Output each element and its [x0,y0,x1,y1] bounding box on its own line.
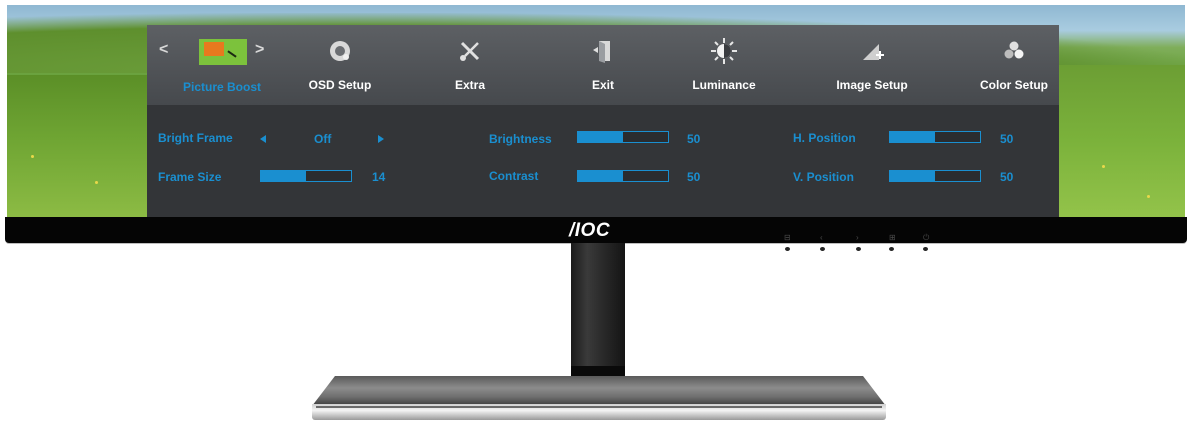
tab-label: Color Setup [980,78,1048,92]
contrast-slider[interactable] [577,170,669,182]
bright-frame-label: Bright Frame [158,131,233,145]
tab-luminance[interactable]: Luminance [679,25,769,105]
wallpaper-flower [1102,165,1105,168]
arrow-left-icon[interactable] [260,135,266,143]
v-position-value: 50 [1000,170,1014,184]
extra-icon [455,37,485,65]
menu-key-icon: ⊟ [784,233,791,242]
slider-fill [890,132,935,142]
tab-label: Luminance [692,78,756,92]
slider-fill [578,171,623,181]
v-position-slider[interactable] [889,170,981,182]
wallpaper-flower [1147,195,1150,198]
right-key-icon: › [856,233,859,242]
tab-osd-setup[interactable]: OSD Setup [295,25,385,105]
tab-picture-boost[interactable]: < > Picture Boost [147,25,297,105]
slider-fill [261,171,306,181]
brightness-slider[interactable] [577,131,669,143]
chevron-left-icon[interactable]: < [159,41,168,59]
v-position-label: V. Position [793,170,854,184]
luminance-icon [709,37,739,65]
monitor-stand-neck [571,243,625,383]
image-setup-icon [857,37,887,65]
monitor-photo: < > Picture Boost OSD Setup Extra Exit L… [0,0,1188,425]
chevron-right-icon[interactable]: > [255,41,264,59]
source-key-icon: ⊞ [889,233,896,242]
slider-fill [578,132,623,142]
wallpaper-grass-right [1057,65,1185,217]
frame-size-label: Frame Size [158,170,222,184]
tab-exit[interactable]: Exit [563,25,643,105]
brightness-value: 50 [687,132,701,146]
left-key-icon: ‹ [820,233,823,242]
brand-logo: /IOC [569,220,611,241]
contrast-value: 50 [687,170,701,184]
osd-menu: < > Picture Boost OSD Setup Extra Exit L… [147,25,1059,217]
monitor-stand-base-edge [316,406,882,408]
power-key-icon: ⏻ [923,233,930,242]
left-button[interactable] [820,247,825,251]
tab-extra[interactable]: Extra [430,25,510,105]
tab-label: OSD Setup [308,78,372,92]
picture-boost-icon [199,39,247,65]
power-button[interactable] [923,247,928,251]
h-position-label: H. Position [793,131,856,145]
wallpaper-flower [31,155,34,158]
frame-size-slider[interactable] [260,170,352,182]
wallpaper-flower [95,181,98,184]
monitor-stand-base [312,376,886,406]
h-position-slider[interactable] [889,131,981,143]
brightness-label: Brightness [489,132,552,146]
osd-tab-bar: < > Picture Boost OSD Setup Extra Exit L… [147,25,1059,105]
slider-fill [890,171,935,181]
contrast-label: Contrast [489,169,539,183]
frame-size-value: 14 [372,170,386,184]
arrow-right-icon[interactable] [378,135,384,143]
menu-button[interactable] [785,247,790,251]
right-button[interactable] [856,247,861,251]
tab-label: Exit [591,78,614,92]
tab-image-setup[interactable]: Image Setup [817,25,927,105]
color-setup-icon [999,37,1029,65]
tab-label: Image Setup [836,78,908,92]
wallpaper-grass-left [7,75,147,217]
exit-icon [588,37,618,65]
h-position-value: 50 [1000,132,1014,146]
source-button[interactable] [889,247,894,251]
bright-frame-value[interactable]: Off [314,132,331,146]
osd-setup-icon [325,37,355,65]
tab-color-setup[interactable]: Color Setup [969,25,1059,105]
tab-label: Extra [454,78,486,92]
tab-label: Picture Boost [182,80,261,94]
